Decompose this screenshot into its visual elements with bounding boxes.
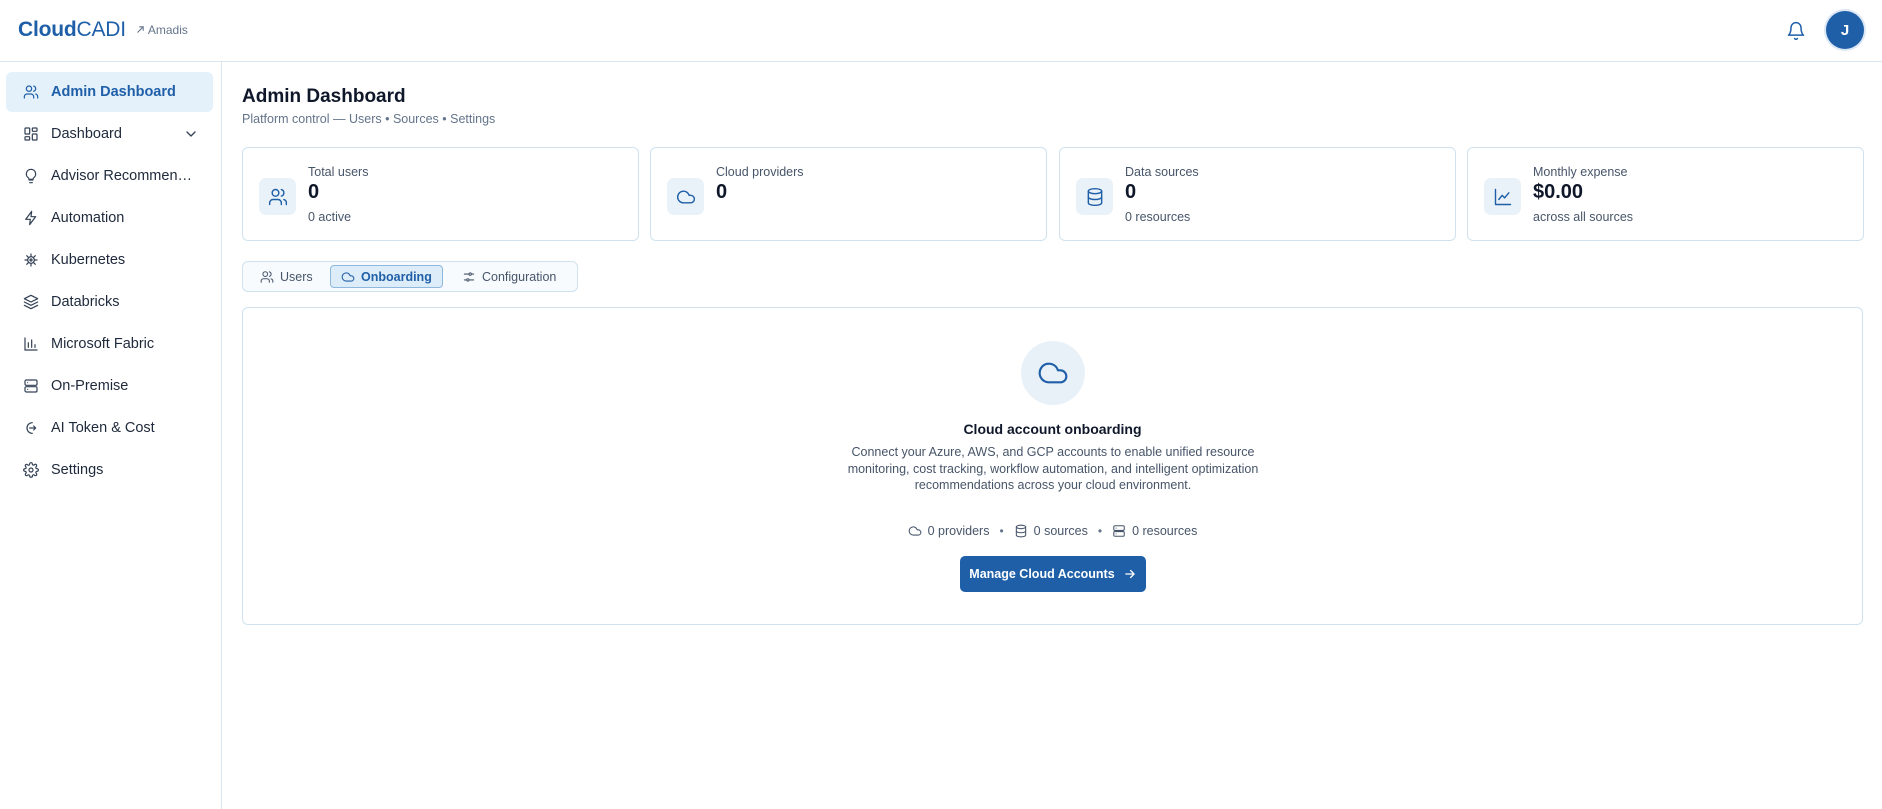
sidebar-item-automation[interactable]: Automation [6,198,213,238]
stat-sub: across all sources [1533,210,1634,224]
stat-value: 0 [308,181,320,203]
database-icon [1087,187,1102,206]
bell-icon [1787,21,1805,41]
sidebar-item-label: Advisor Recommendations [51,168,196,184]
resources-count: 0 resources [1112,524,1197,538]
users-icon [260,270,274,283]
tab-label: Users [280,269,313,284]
sidebar-item-microsoft-fabric[interactable]: Microsoft Fabric [6,324,213,364]
stat-sub: 0 resources [1125,210,1191,224]
sidebar-item-label: Admin Dashboard [51,84,176,100]
layers-icon [23,294,39,310]
brand-logo[interactable]: Cloud CADI Amadis [18,18,188,42]
onboarding-title: Cloud account onboarding [963,421,1142,437]
onboarding-stats: 0 providers • 0 sources • 0 resources [243,524,1862,538]
admin-tabs: Users Onboarding Configuration [242,261,578,292]
sidebar-item-admin-dashboard[interactable]: Admin Dashboard [6,72,213,112]
sidebar-item-databricks[interactable]: Databricks [6,282,213,322]
sidebar-item-label: AI Token & Cost [51,420,155,436]
stat-label: Total users [308,165,369,179]
sliders-icon [463,271,475,282]
lightning-icon [25,210,37,226]
top-header: Cloud CADI Amadis J [0,0,1882,62]
cloud-icon [1038,362,1068,384]
stat-card-total-users: Total users 0 0 active [242,147,639,241]
line-chart-icon [1494,188,1511,205]
cloud-icon [341,271,355,282]
sidebar-item-ai-token-cost[interactable]: AI Token & Cost [6,408,213,448]
sidebar-item-label: Kubernetes [51,252,126,268]
separator-dot: • [999,524,1004,538]
gear-icon [23,462,39,478]
users-icon [23,85,39,99]
stat-sub: 0 active [308,210,352,224]
helm-icon [24,253,38,267]
stat-value: 0 [716,181,728,203]
chevron-down-icon[interactable] [183,126,199,142]
sidebar-item-label: Settings [51,462,104,478]
stat-card-data-sources: Data sources 0 0 resources [1059,147,1456,241]
sidebar-item-label: On-Premise [51,378,129,394]
stat-value: 0 [1125,181,1137,203]
tab-label: Onboarding [361,269,432,284]
stat-card-cloud-providers: Cloud providers 0 [650,147,1047,241]
stat-label: Monthly expense [1533,165,1628,179]
providers-count: 0 providers [908,524,990,538]
arrow-right-icon [1124,569,1135,579]
tab-configuration[interactable]: Configuration [452,265,566,288]
users-icon [268,188,287,205]
stat-value: $0.00 [1533,181,1584,203]
brand-name-light: CADI [76,18,126,41]
grid-icon [24,127,38,141]
providers-count-text: 0 providers [927,524,990,538]
page-title: Admin Dashboard [242,86,406,107]
stat-card-monthly-expense: Monthly expense $0.00 across all sources [1467,147,1864,241]
tenant-label[interactable]: Amadis [136,23,188,37]
stat-label: Data sources [1125,165,1199,179]
brand-name-strong: Cloud [18,18,77,41]
cloud-icon [676,189,695,204]
sidebar-item-label: Dashboard [51,126,122,142]
separator-dot: • [1097,524,1103,538]
tab-label: Configuration [482,269,557,284]
server-icon [1113,525,1125,537]
user-avatar[interactable]: J [1826,11,1864,49]
external-link-icon [137,26,144,33]
sidebar-item-dashboard[interactable]: Dashboard [6,114,213,154]
sidebar-item-kubernetes[interactable]: Kubernetes [6,240,213,280]
onboarding-panel: Cloud account onboarding Connect your Az… [242,307,1863,625]
tab-users[interactable]: Users [250,265,323,288]
button-label: Manage Cloud Accounts [969,567,1115,581]
server-icon [24,379,38,393]
sidebar-item-label: Databricks [51,294,120,310]
sidebar-item-advisor-recommendations[interactable]: Advisor Recommendations [6,156,213,196]
tenant-name: Amadis [147,22,188,37]
sidebar-item-label: Microsoft Fabric [51,336,155,352]
resources-count-text: 0 resources [1132,524,1198,538]
token-icon [26,422,37,434]
cloud-icon [908,526,921,536]
stat-label: Cloud providers [716,165,804,179]
sidebar-item-settings[interactable]: Settings [6,450,213,490]
sidebar: Admin Dashboard Dashboard Advisor Recomm… [0,62,222,809]
onboarding-description: Connect your Azure, AWS, and GCP account… [847,445,1259,492]
sources-count-text: 0 sources [1033,524,1088,538]
sidebar-item-label: Automation [51,210,125,226]
page-subtitle: Platform control — Users • Sources • Set… [242,112,496,126]
database-icon [1015,524,1026,538]
tab-onboarding[interactable]: Onboarding [330,265,443,288]
sources-count: 0 sources [1014,524,1088,538]
notifications-button[interactable] [1784,19,1808,43]
sidebar-item-on-premise[interactable]: On-Premise [6,366,213,406]
lightbulb-icon [25,168,37,184]
bar-chart-icon [24,337,38,351]
manage-cloud-accounts-button[interactable]: Manage Cloud Accounts [960,556,1146,592]
